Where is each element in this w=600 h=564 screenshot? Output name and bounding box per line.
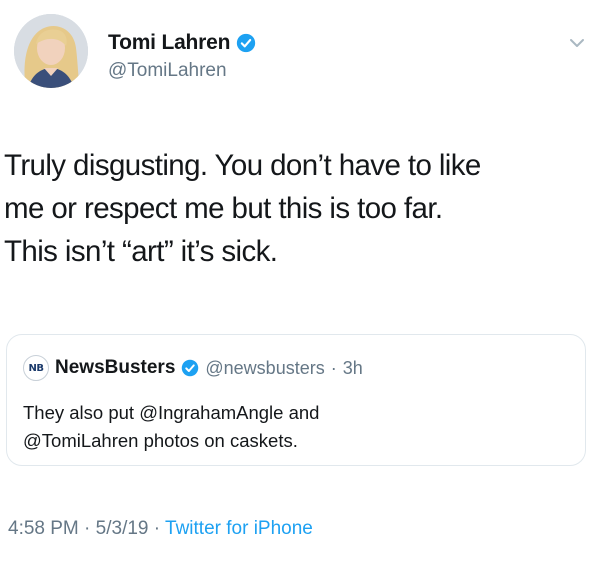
author-info: Tomi Lahren @TomiLahren bbox=[108, 30, 256, 82]
quoted-tweet-card[interactable]: NB NewsBusters @newsbusters · 3h They al… bbox=[6, 334, 586, 466]
author-avatar[interactable] bbox=[14, 14, 88, 88]
quoted-separator: · bbox=[330, 357, 337, 378]
chevron-down-icon[interactable] bbox=[568, 34, 586, 52]
tweet-time[interactable]: 4:58 PM bbox=[8, 518, 79, 539]
quoted-author-handle: @newsbusters bbox=[205, 357, 325, 378]
quoted-author-avatar: NB bbox=[23, 355, 49, 381]
verified-badge-icon bbox=[236, 33, 256, 53]
author-display-name[interactable]: Tomi Lahren bbox=[108, 31, 230, 55]
tweet-source-link[interactable]: Twitter for iPhone bbox=[165, 518, 313, 539]
tweet-meta: 4:58 PM · 5/3/19 · Twitter for iPhone bbox=[8, 518, 313, 540]
quoted-tweet-header: NB NewsBusters @newsbusters · 3h bbox=[23, 355, 363, 381]
display-name-row: Tomi Lahren bbox=[108, 30, 256, 56]
quoted-author-display-name: NewsBusters bbox=[55, 357, 176, 378]
meta-separator: · bbox=[148, 518, 166, 539]
tweet-text: Truly disgusting. You don’t have to like… bbox=[4, 149, 481, 268]
meta-separator: · bbox=[78, 518, 96, 539]
tweet-date[interactable]: 5/3/19 bbox=[96, 518, 149, 539]
author-handle[interactable]: @TomiLahren bbox=[108, 60, 256, 82]
quoted-timestamp: 3h bbox=[342, 357, 363, 378]
quoted-tweet-text: They also put @IngrahamAngle and @TomiLa… bbox=[23, 402, 320, 451]
avatar-image bbox=[14, 14, 88, 88]
tweet-card: Tomi Lahren @TomiLahren Truly disgusting… bbox=[0, 0, 600, 564]
verified-badge-icon bbox=[181, 359, 199, 377]
